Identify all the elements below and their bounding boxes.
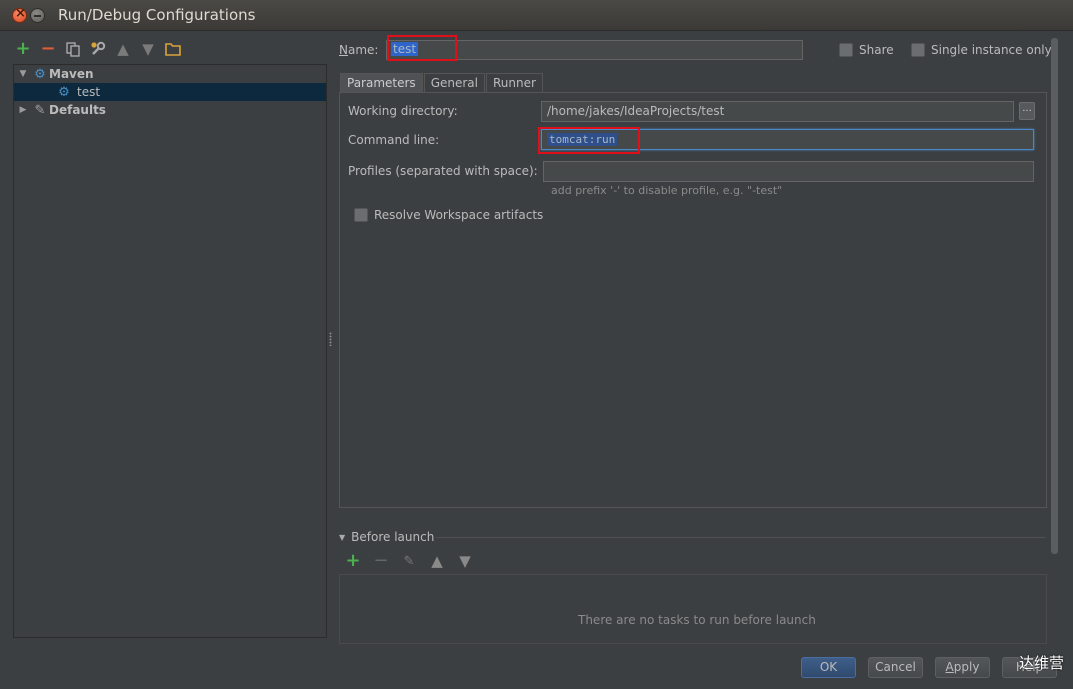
move-down-icon[interactable]: ▼ — [139, 40, 157, 58]
minimize-window-button[interactable] — [30, 8, 45, 23]
defaults-wrench-icon: ✎ — [34, 102, 46, 118]
before-launch-header[interactable]: ▼ Before launch — [339, 530, 434, 544]
add-task-icon[interactable]: + — [344, 552, 362, 570]
tree-item-maven[interactable]: ▼ ⚙ Maven — [14, 65, 326, 83]
copy-icon[interactable] — [64, 40, 82, 58]
edit-defaults-icon[interactable] — [89, 40, 107, 58]
tree-item-defaults[interactable]: ▶ ✎ Defaults — [14, 101, 326, 119]
maven-gear-icon: ⚙ — [34, 66, 46, 82]
resolve-workspace-checkbox[interactable] — [354, 208, 368, 222]
profiles-hint: add prefix '-' to disable profile, e.g. … — [551, 184, 783, 197]
add-icon[interactable]: + — [14, 40, 32, 58]
tree-item-label: Maven — [49, 67, 94, 81]
profiles-field[interactable] — [543, 161, 1034, 182]
before-launch-title: Before launch — [351, 530, 435, 544]
tree-item-label: Defaults — [49, 103, 106, 117]
before-launch-empty-text: There are no tasks to run before launch — [578, 613, 816, 627]
configuration-tree: ▼ ⚙ Maven ⚙ test ▶ ✎ Defaults — [13, 64, 327, 638]
move-up-icon[interactable]: ▲ — [114, 40, 132, 58]
tab-runner[interactable]: Runner — [485, 73, 543, 93]
tab-parameters[interactable]: Parameters — [340, 73, 423, 93]
apply-button[interactable]: Apply — [935, 657, 990, 678]
tree-item-label: test — [77, 85, 101, 99]
folder-icon[interactable] — [164, 40, 182, 58]
remove-task-icon[interactable]: − — [372, 552, 390, 570]
window-title: Run/Debug Configurations — [58, 6, 256, 24]
config-tabs: Parameters General Runner — [340, 73, 544, 93]
profiles-label: Profiles (separated with space): — [348, 164, 538, 178]
title-bar: Run/Debug Configurations — [0, 0, 1073, 31]
browse-button[interactable]: ... — [1019, 102, 1035, 120]
share-label: Share — [859, 43, 894, 57]
edit-task-icon[interactable]: ✎ — [400, 552, 418, 570]
name-highlight-box — [387, 35, 457, 61]
panel-splitter[interactable] — [329, 332, 332, 346]
move-task-up-icon[interactable]: ▲ — [428, 552, 446, 570]
collapse-arrow-icon: ▼ — [339, 532, 346, 542]
command-line-highlight-box — [538, 127, 640, 154]
cancel-button[interactable]: Cancel — [868, 657, 923, 678]
name-label: Name: — [339, 43, 379, 57]
tab-general[interactable]: General — [423, 73, 485, 93]
maven-gear-icon: ⚙ — [58, 84, 70, 100]
remove-icon[interactable]: − — [39, 40, 57, 58]
watermark-text: 达维营 — [1019, 654, 1065, 672]
parameters-panel — [339, 92, 1047, 508]
single-instance-label: Single instance only — [931, 43, 1052, 57]
command-line-label: Command line: — [348, 133, 440, 147]
collapse-arrow-icon[interactable]: ▶ — [15, 105, 31, 115]
close-window-button[interactable] — [12, 6, 27, 23]
before-launch-toolbar: + − ✎ ▲ ▼ — [344, 552, 474, 570]
vertical-scrollbar[interactable] — [1051, 38, 1058, 554]
working-dir-field[interactable]: /home/jakes/IdeaProjects/test — [541, 101, 1014, 122]
before-launch-divider — [436, 537, 1046, 538]
working-dir-label: Working directory: — [348, 104, 458, 118]
ok-button[interactable]: OK — [801, 657, 856, 678]
single-instance-checkbox[interactable] — [911, 43, 925, 57]
move-task-down-icon[interactable]: ▼ — [456, 552, 474, 570]
config-toolbar: + − ▲ ▼ — [14, 40, 182, 60]
resolve-workspace-label: Resolve Workspace artifacts — [374, 208, 544, 222]
share-checkbox[interactable] — [839, 43, 853, 57]
tree-item-test[interactable]: ⚙ test — [14, 83, 326, 101]
expand-arrow-icon[interactable]: ▼ — [15, 69, 31, 79]
before-launch-task-list — [339, 574, 1047, 644]
